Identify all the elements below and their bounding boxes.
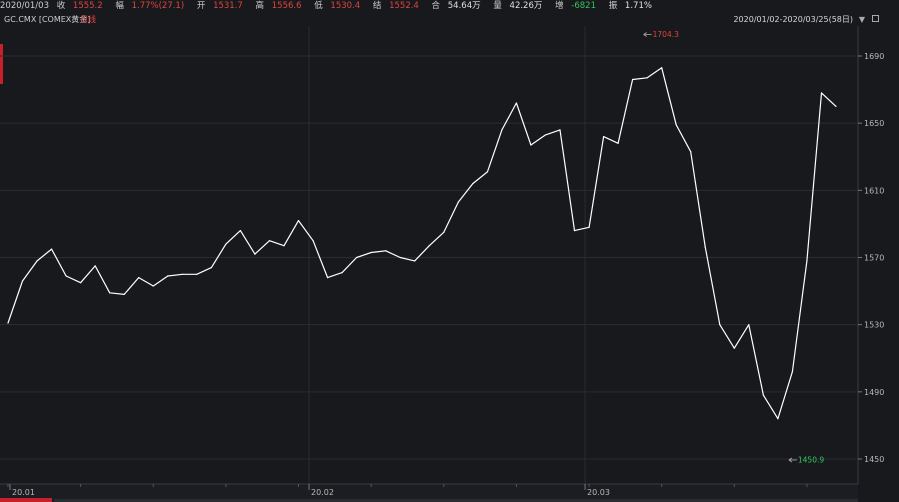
series-group (7, 67, 837, 420)
data-point (326, 277, 329, 279)
data-point (268, 240, 271, 242)
data-point (544, 134, 547, 136)
data-point (661, 67, 663, 69)
data-point (356, 256, 358, 259)
y-tick-label: 1490 (864, 388, 884, 397)
data-point (152, 285, 154, 287)
data-point (690, 151, 692, 153)
data-point (36, 260, 38, 262)
grid-lines (0, 26, 858, 484)
data-point (370, 251, 372, 254)
data-point (138, 277, 140, 279)
data-point (515, 102, 518, 104)
data-point (486, 171, 488, 173)
data-point (297, 219, 300, 222)
data-point (457, 201, 459, 203)
data-point (443, 231, 445, 233)
data-point (196, 273, 198, 275)
y-tick-label: 1530 (864, 321, 884, 330)
data-point (341, 272, 343, 274)
data-point (80, 282, 82, 284)
price-line (7, 67, 837, 420)
data-point (7, 322, 9, 324)
data-point (530, 144, 532, 146)
data-point (820, 92, 823, 94)
data-point (472, 183, 474, 185)
annotations: 1704.3 1450.9 (643, 30, 824, 464)
y-tick-label: 1450 (864, 455, 884, 464)
data-point (210, 266, 212, 269)
data-point (777, 418, 779, 420)
scroll-marker[interactable] (0, 498, 52, 502)
data-point (602, 136, 605, 138)
low-annotation: 1450.9 (798, 455, 824, 464)
data-point (254, 253, 256, 255)
data-point (646, 77, 648, 79)
chart-window: 2020/01/03 收 1555.2 幅 1.77%(27.1) 开 1531… (0, 0, 899, 502)
data-point (385, 250, 387, 252)
data-point (239, 230, 242, 232)
data-point (835, 105, 837, 107)
y-tick-label: 1570 (864, 254, 884, 263)
data-point (21, 280, 24, 282)
y-tick-labels: 1450 1490 1530 1570 1610 1650 1690 (858, 52, 884, 464)
data-point (428, 245, 430, 247)
data-point (762, 394, 764, 396)
x-tick-label: 20.02 (311, 488, 334, 497)
data-point (806, 260, 808, 262)
data-point (65, 275, 67, 277)
data-point (414, 260, 416, 262)
data-point (399, 256, 401, 259)
data-point (225, 243, 227, 245)
y-tick-label: 1650 (864, 119, 884, 128)
data-point (123, 293, 125, 296)
data-point (94, 265, 96, 267)
data-point (704, 246, 706, 249)
left-edge-marker (0, 44, 3, 84)
data-point (588, 226, 590, 228)
data-point (632, 78, 634, 81)
data-point (719, 324, 721, 326)
data-point (50, 248, 53, 250)
data-point (559, 129, 561, 131)
data-point (733, 347, 735, 349)
high-annotation: 1704.3 (653, 30, 679, 39)
x-tick-label: 20.03 (587, 488, 610, 497)
data-point (283, 245, 285, 247)
data-point (791, 371, 794, 373)
x-tick-label: 20.01 (12, 488, 35, 497)
data-point (181, 273, 183, 275)
y-tick-label: 1690 (864, 52, 884, 61)
data-point (617, 142, 619, 144)
data-point (109, 292, 111, 294)
data-point (312, 240, 314, 242)
data-point (167, 275, 169, 277)
price-chart: 1450 1490 1530 1570 1610 1650 1690 1704.3 1450.… (0, 26, 884, 502)
data-point (675, 124, 677, 126)
data-point (573, 230, 576, 232)
y-tick-label: 1610 (864, 186, 884, 195)
data-point (501, 129, 503, 131)
data-point (748, 324, 750, 326)
